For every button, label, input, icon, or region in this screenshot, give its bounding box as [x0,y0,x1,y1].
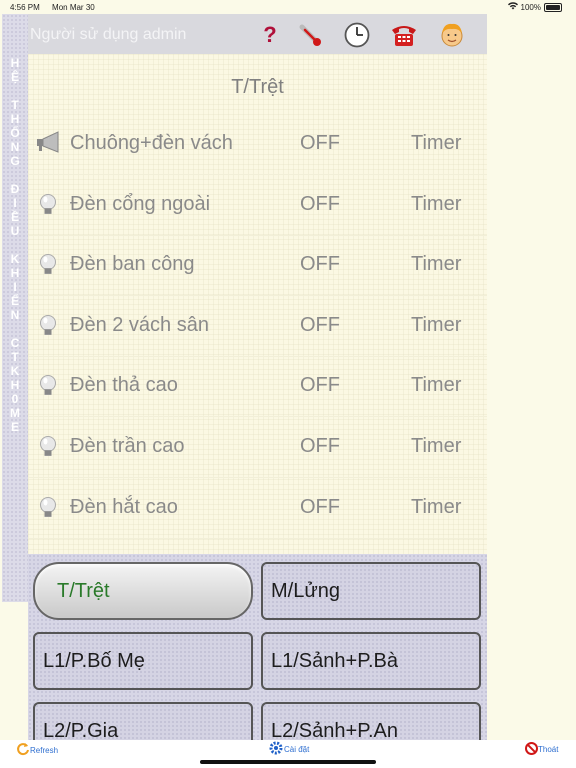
bulb-icon [36,192,60,218]
sidebar-letter: Đ [10,182,20,196]
battery-percent: 100% [520,2,541,12]
device-state-toggle[interactable]: OFF [300,435,340,458]
device-name: Đèn ban công [70,253,195,276]
settings-button[interactable]: Cài đặt [268,740,309,758]
settings-icon [268,740,284,758]
user-label: Người sử dụng admin [30,26,187,43]
phone-icon[interactable] [390,21,418,49]
device-timer-button[interactable]: Timer [411,132,461,155]
room-button-l1-p-bo-me[interactable]: L1/P.Bố Mẹ [33,632,253,690]
device-state-toggle[interactable]: OFF [300,193,340,216]
speaker-icon [36,131,60,157]
avatar-icon[interactable] [438,21,466,49]
exit-label: Thoát [538,745,559,754]
device-row[interactable]: Đèn 2 vách sân OFF Timer [28,296,487,357]
sidebar-letter: N [10,140,20,154]
device-panel: T/Trệt Chuông+đèn vách OFF Timer Đèn cổng n… [28,54,487,554]
sidebar-letter: I [13,196,17,210]
device-name: Đèn trần cao [70,435,185,457]
sidebar-letter: K [10,252,20,266]
sidebar-letter: M [10,406,20,420]
sidebar-letter: G [10,154,20,168]
device-row[interactable]: Đèn ban công OFF Timer [28,235,487,297]
bulb-icon [36,434,60,460]
device-state-toggle[interactable]: OFF [300,496,340,519]
sidebar-letter: Ệ [10,70,19,84]
status-bar: 4:56 PM Mon Mar 30 100% [0,0,576,14]
device-row[interactable]: Đèn cổng ngoài OFF Timer [28,175,487,236]
help-icon[interactable]: ? [256,21,284,49]
home-indicator [200,760,376,764]
bulb-icon [36,373,60,399]
thermometer-icon[interactable] [296,21,324,49]
device-row[interactable]: Đèn trần cao OFF Timer [28,417,487,478]
device-row[interactable]: Đèn thả cao OFF Timer [28,356,487,418]
device-name: Đèn 2 vách sân [70,313,209,336]
device-state-toggle[interactable]: OFF [300,314,340,337]
room-button-l2-p-gia[interactable]: L2/P.Gia [33,702,253,740]
device-name: Đèn hắt cao [70,495,178,518]
room-button-l2-sanh-p-an[interactable]: L2/Sảnh+P.An [261,702,481,740]
device-row[interactable]: Chuông+đèn vách OFF Timer [28,114,487,175]
device-name: Đèn cổng ngoài [70,192,211,215]
device-timer-button[interactable]: Timer [411,193,461,216]
sidebar-letter: K [10,364,20,378]
sidebar-letter: T [11,98,19,112]
sidebar-letter: H [10,378,20,392]
room-button-t-tret[interactable]: T/Trệt [33,562,253,620]
exit-button[interactable]: Thoát [525,742,558,757]
room-button-panel: T/Trệt M/Lửng L1/P.Bố Mẹ L1/Sảnh+P.Bà L2… [28,554,487,740]
status-date: Mon Mar 30 [52,3,95,12]
device-timer-button[interactable]: Timer [411,314,461,337]
device-timer-button[interactable]: Timer [411,374,461,397]
device-name: Đèn thả cao [70,374,178,397]
device-timer-button[interactable]: Timer [411,253,461,276]
wifi-icon [507,2,518,12]
device-timer-button[interactable]: Timer [411,496,461,519]
room-button-m-lung[interactable]: M/Lửng [261,562,481,620]
sidebar-letter: 0 [11,392,19,406]
sidebar-letter: I [13,280,17,294]
device-state-toggle[interactable]: OFF [300,253,340,276]
top-bar: Người sử dụng admin ? [28,14,487,54]
bulb-icon [36,313,60,339]
room-title: T/Trệt [231,76,284,98]
room-button-l1-sanh-p-ba[interactable]: L1/Sảnh+P.Bà [261,632,481,690]
no-entry-icon [525,742,538,757]
sidebar-letter: Ố [10,126,20,140]
device-state-toggle[interactable]: OFF [300,132,340,155]
device-name: Chuông+đèn vách [70,132,233,154]
sidebar-letter: E [10,420,19,434]
sidebar-letter: T [11,350,19,364]
sidebar-letter: H [10,266,20,280]
sidebar-letter: C [10,336,20,350]
sidebar-letter: Ề [10,210,19,224]
status-time: 4:56 PM [10,3,40,12]
device-state-toggle[interactable]: OFF [300,374,340,397]
refresh-button[interactable]: Refresh [16,742,58,758]
settings-label: Cài đặt [284,744,310,754]
sidebar-letter: H [10,112,20,126]
bulb-icon [36,252,60,278]
sidebar-letter: U [10,224,20,238]
bulb-icon [36,495,60,521]
battery-icon [544,2,562,12]
device-timer-button[interactable]: Timer [411,435,461,458]
refresh-label: Refresh [30,745,59,755]
refresh-icon [16,742,30,758]
sidebar-letter: H [10,56,20,70]
sidebar-title: HỆ THỐNG ĐIỀU KHIỂN CTKH0ME [2,14,28,602]
sidebar-letter: N [10,308,20,322]
device-row[interactable]: Đèn hắt cao OFF Timer [28,478,487,539]
sidebar-letter: Ể [10,294,19,308]
clock-icon[interactable] [343,21,371,49]
